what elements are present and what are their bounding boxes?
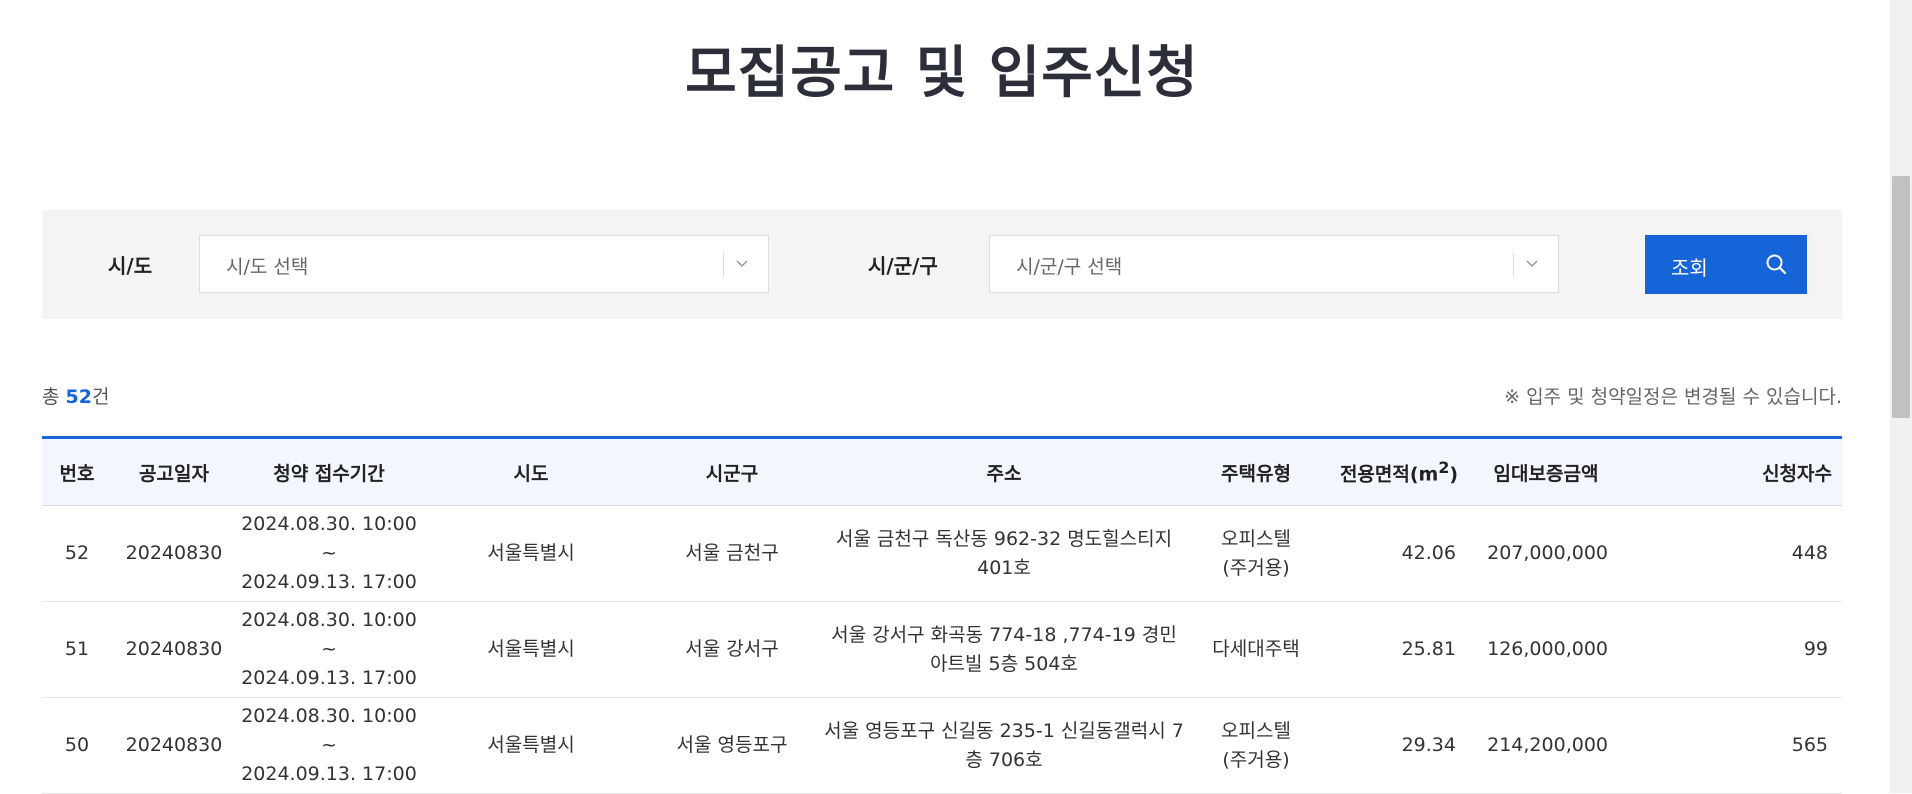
type-line-2: (주거용)	[1222, 556, 1290, 579]
result-count-suffix: 건	[91, 386, 110, 408]
cell-deposit: 207,000,000	[1487, 542, 1608, 564]
select-divider	[1513, 253, 1514, 277]
col-header-sigungu: 시군구	[705, 462, 759, 485]
type-line-1: 다세대주택	[1212, 638, 1300, 660]
col-header-sido: 시도	[513, 462, 549, 485]
area-header-text: 전용면적(m	[1339, 463, 1439, 486]
cell-date: 20240830	[125, 542, 223, 564]
cell-sigungu: 서울 금천구	[685, 542, 779, 564]
cell-type: 오피스텔 (주거용)	[1184, 698, 1328, 794]
col-header-no: 번호	[59, 462, 95, 485]
sido-label: 시/도	[108, 254, 153, 278]
cell-type: 다세대주택	[1184, 602, 1328, 698]
area-header-close: )	[1449, 463, 1459, 486]
cell-sigungu: 서울 영등포구	[676, 734, 788, 756]
cell-applicants: 565	[1791, 734, 1828, 756]
cell-area: 42.06	[1401, 542, 1456, 564]
cell-applicants: 448	[1791, 542, 1828, 564]
search-filter-bar: 시/도 시/도 선택 시/군/구 시/군/구 선택 조회	[42, 210, 1842, 319]
col-header-address: 주소	[986, 462, 1022, 485]
sigungu-select[interactable]: 시/군/구 선택	[989, 235, 1559, 293]
period-end: 2024.09.13. 17:00	[241, 667, 417, 689]
period-end: 2024.09.13. 17:00	[241, 571, 417, 593]
cell-area: 29.34	[1401, 734, 1456, 756]
period-end: 2024.09.13. 17:00	[241, 763, 417, 785]
search-button-label: 조회	[1671, 258, 1708, 280]
cell-period: 2024.08.30. 10:00 ~ 2024.09.13. 17:00	[236, 602, 422, 698]
col-header-deposit: 임대보증금액	[1493, 462, 1599, 485]
sido-select-value: 시/도 선택	[226, 256, 309, 278]
cell-date: 20240830	[125, 734, 223, 756]
scrollbar-thumb[interactable]	[1892, 176, 1910, 418]
sigungu-select-value: 시/군/구 선택	[1016, 256, 1123, 278]
table-row[interactable]: 52 20240830 2024.08.30. 10:00 ~ 2024.09.1…	[42, 506, 1842, 602]
cell-sido: 서울특별시	[487, 734, 575, 756]
col-header-period: 청약 접수기간	[273, 462, 385, 485]
col-header-applicants: 신청자수	[1762, 462, 1832, 485]
type-line-1: 오피스텔	[1221, 527, 1291, 550]
cell-period: 2024.08.30. 10:00 ~ 2024.09.13. 17:00	[236, 506, 422, 602]
chevron-down-icon	[1526, 260, 1538, 268]
cell-no: 50	[64, 734, 90, 756]
cell-sido: 서울특별시	[487, 542, 575, 564]
cell-deposit: 214,200,000	[1487, 734, 1608, 756]
result-count: 총 52건	[42, 382, 109, 409]
result-count-number: 52	[65, 386, 92, 408]
period-start: 2024.08.30. 10:00 ~	[241, 513, 417, 564]
type-line-2: (주거용)	[1222, 748, 1290, 771]
sido-select[interactable]: 시/도 선택	[199, 235, 769, 293]
period-start: 2024.08.30. 10:00 ~	[241, 705, 417, 756]
announcement-table: 번호 공고일자 청약 접수기간 시도 시군구 주소 주택유형 전용면적(m2) …	[42, 436, 1842, 794]
cell-sido: 서울특별시	[487, 638, 575, 660]
cell-date: 20240830	[125, 638, 223, 660]
search-button[interactable]: 조회	[1645, 235, 1807, 294]
search-icon	[1766, 254, 1787, 275]
col-header-date: 공고일자	[139, 462, 209, 485]
cell-no: 51	[64, 638, 90, 660]
schedule-notice: ※ 입주 및 청약일정은 변경될 수 있습니다.	[1504, 386, 1842, 408]
vertical-scrollbar[interactable]	[1890, 0, 1912, 793]
table-header-row: 번호 공고일자 청약 접수기간 시도 시군구 주소 주택유형 전용면적(m2) …	[42, 437, 1842, 506]
select-divider	[723, 253, 724, 277]
area-header-sup: 2	[1438, 457, 1450, 477]
chevron-down-icon	[736, 260, 748, 268]
col-header-area: 전용면적(m2)	[1328, 438, 1470, 506]
cell-address: 서울 강서구 화곡동 774-18 ,774-19 경민아트빌 5층 504호	[831, 623, 1177, 675]
cell-no: 52	[64, 542, 90, 564]
table-row[interactable]: 51 20240830 2024.08.30. 10:00 ~ 2024.09.1…	[42, 602, 1842, 698]
sigungu-label: 시/군/구	[868, 254, 938, 278]
cell-type: 오피스텔 (주거용)	[1184, 506, 1328, 602]
page-title: 모집공고 및 입주신청	[685, 41, 1199, 106]
cell-deposit: 126,000,000	[1487, 638, 1608, 660]
cell-applicants: 99	[1803, 638, 1828, 660]
page-container: 모집공고 및 입주신청 시/도 시/도 선택 시/군/구 시/군/구 선택 조회	[42, 0, 1842, 794]
cell-area: 25.81	[1401, 638, 1456, 660]
type-line-1: 오피스텔	[1221, 719, 1291, 742]
cell-sigungu: 서울 강서구	[685, 638, 779, 660]
cell-address: 서울 금천구 독산동 962-32 명도힐스티지 401호	[835, 527, 1173, 579]
result-count-prefix: 총	[42, 386, 66, 408]
cell-period: 2024.08.30. 10:00 ~ 2024.09.13. 17:00	[236, 698, 422, 794]
col-header-type: 주택유형	[1221, 462, 1291, 485]
period-start: 2024.08.30. 10:00 ~	[241, 609, 417, 660]
table-row[interactable]: 50 20240830 2024.08.30. 10:00 ~ 2024.09.1…	[42, 698, 1842, 794]
cell-address: 서울 영등포구 신길동 235-1 신길동갤럭시 7층 706호	[824, 719, 1184, 771]
